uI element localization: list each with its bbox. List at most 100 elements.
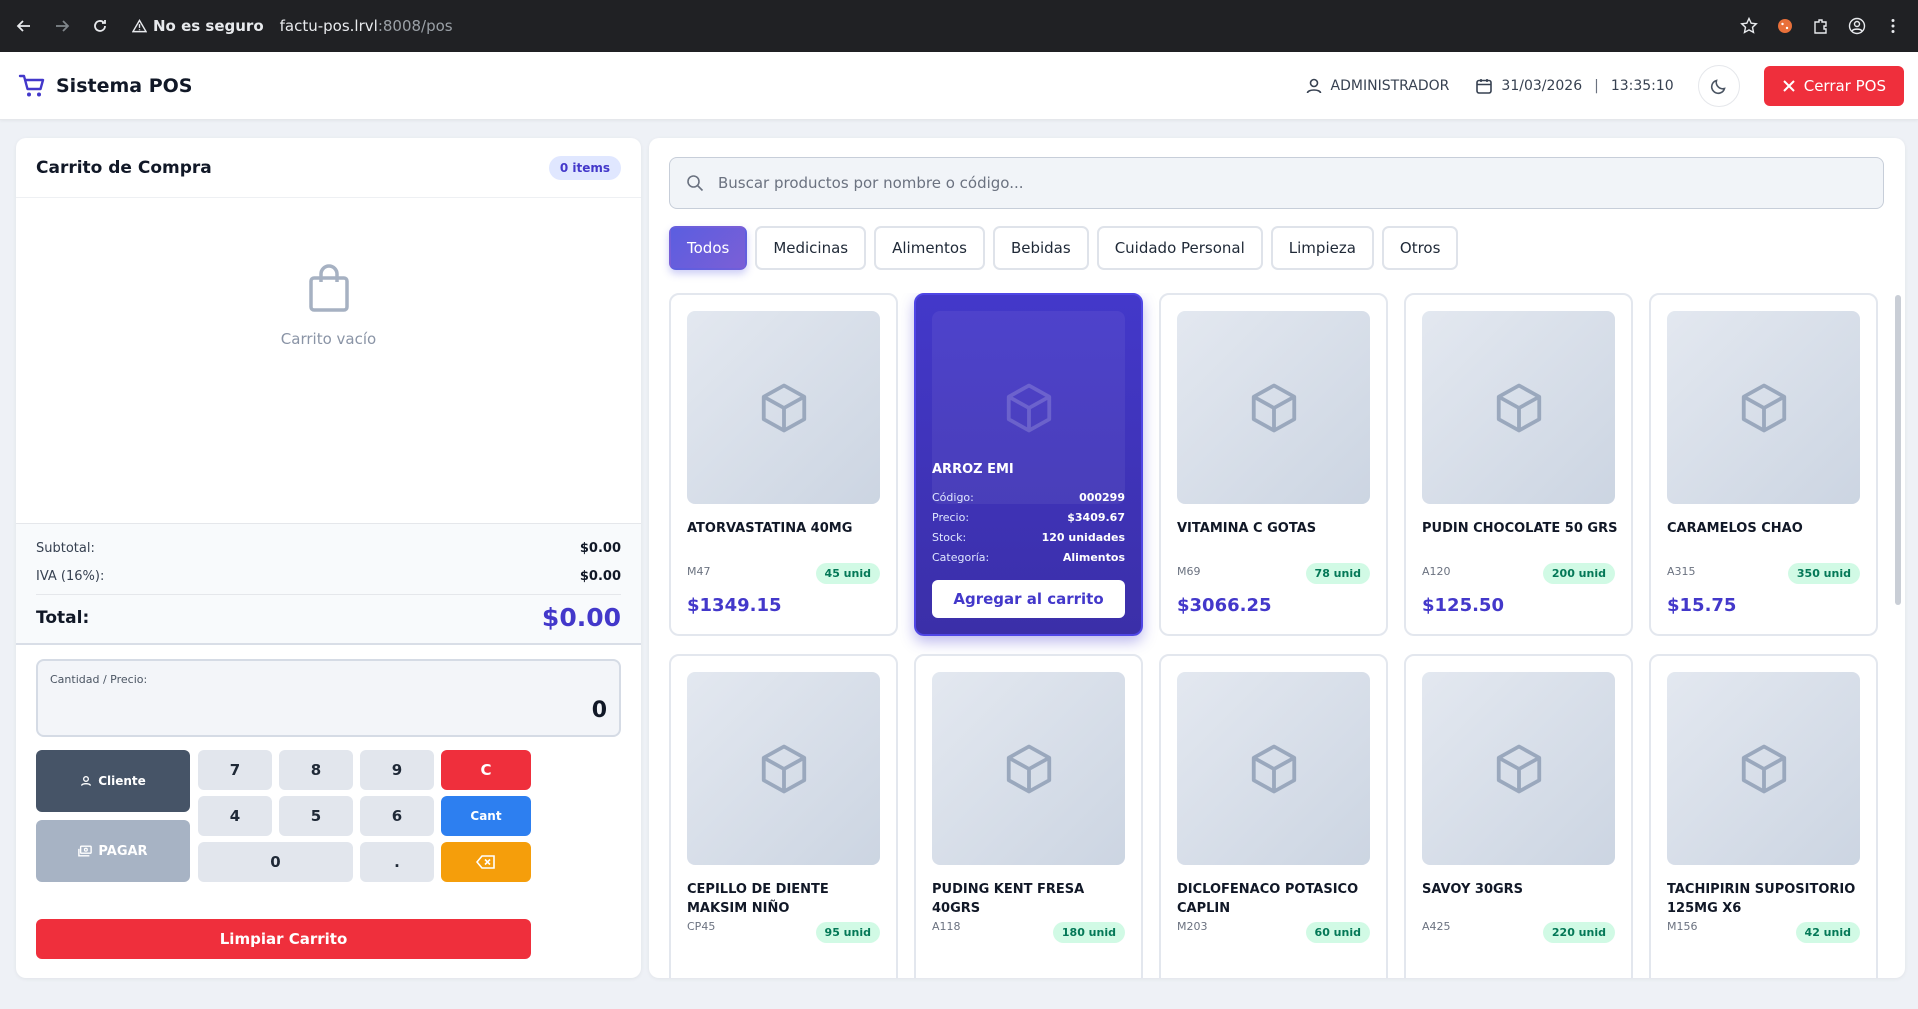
search-bar[interactable] xyxy=(669,157,1884,209)
product-card[interactable]: TACHIPIRIN SUPOSITORIO 125MG X6 M156 42 … xyxy=(1649,654,1878,978)
product-image xyxy=(1422,672,1615,865)
product-image xyxy=(1177,311,1370,504)
product-price: $3409.67 xyxy=(1067,511,1125,524)
product-card[interactable]: DICLOFENACO POTASICO CAPLIN M203 60 unid xyxy=(1159,654,1388,978)
brand: Sistema POS xyxy=(18,72,192,100)
product-price: $1349.15 xyxy=(687,595,782,616)
date-separator: | xyxy=(1594,78,1599,94)
product-code: A120 xyxy=(1422,565,1451,578)
cart-header: Carrito de Compra 0 items xyxy=(16,138,641,198)
box-icon xyxy=(1741,383,1786,432)
subtotal-value: $0.00 xyxy=(579,540,621,556)
forward-icon[interactable] xyxy=(48,12,76,40)
address-bar[interactable]: No es seguro factu-pos.lrvl:8008/pos xyxy=(132,17,453,35)
current-date: 31/03/2026 xyxy=(1501,78,1583,94)
cookie-extension-icon[interactable] xyxy=(1776,17,1794,35)
iva-value: $0.00 xyxy=(579,568,621,584)
box-icon xyxy=(1741,744,1786,793)
product-card[interactable]: ARROZ EMI Código: 000299 Precio: $3409.6… xyxy=(914,293,1143,636)
back-icon[interactable] xyxy=(10,12,38,40)
product-card[interactable]: CEPILLO DE DIENTE MAKSIM NIÑO CP45 95 un… xyxy=(669,654,898,978)
product-name: ARROZ EMI xyxy=(932,462,1014,477)
datetime: 31/03/2026 | 13:35:10 xyxy=(1475,77,1674,95)
product-name: TACHIPIRIN SUPOSITORIO 125MG X6 xyxy=(1667,882,1856,916)
product-card[interactable]: SAVOY 30GRS A425 220 unid xyxy=(1404,654,1633,978)
security-warning[interactable]: No es seguro xyxy=(132,17,264,35)
moon-icon xyxy=(1710,79,1726,95)
category-limpieza[interactable]: Limpieza xyxy=(1270,226,1374,270)
shopping-bag-icon xyxy=(308,264,349,312)
product-code: M203 xyxy=(1177,920,1208,933)
product-grid: ATORVASTATINA 40MG M47 45 unid $1349.15 … xyxy=(669,293,1887,978)
warning-icon xyxy=(132,19,147,33)
iva-label: IVA (16%): xyxy=(36,568,105,584)
key-0[interactable]: 0 xyxy=(198,842,353,882)
category-alimentos[interactable]: Alimentos xyxy=(874,226,985,270)
stock-badge: 200 unid xyxy=(1542,563,1615,584)
backspace-button[interactable] xyxy=(441,842,531,882)
product-card[interactable]: PUDIN CHOCOLATE 50 GRS A120 200 unid $12… xyxy=(1404,293,1633,636)
detail-category-row: Categoría: Alimentos xyxy=(932,551,1125,564)
extensions-icon[interactable] xyxy=(1812,17,1830,35)
stock-badge: 350 unid xyxy=(1787,563,1860,584)
code-label: Código: xyxy=(932,491,974,504)
client-button[interactable]: Cliente xyxy=(36,750,190,812)
key-dot[interactable]: . xyxy=(360,842,434,882)
theme-toggle-button[interactable] xyxy=(1697,65,1740,107)
product-code: A425 xyxy=(1422,920,1451,933)
box-icon xyxy=(761,744,806,793)
category-otros[interactable]: Otros xyxy=(1381,226,1459,270)
category-medicinas[interactable]: Medicinas xyxy=(755,226,867,270)
calendar-icon xyxy=(1476,79,1493,94)
product-category: Alimentos xyxy=(1062,551,1125,564)
product-card[interactable]: ATORVASTATINA 40MG M47 45 unid $1349.15 xyxy=(669,293,898,636)
clear-cart-button[interactable]: Limpiar Carrito xyxy=(36,919,531,959)
product-grid-scrollbar[interactable] xyxy=(1895,295,1901,605)
reload-icon[interactable] xyxy=(86,12,114,40)
price-label: Precio: xyxy=(932,511,970,524)
stock-badge: 45 unid xyxy=(815,563,880,584)
cart-panel: Carrito de Compra 0 items Carrito vacío … xyxy=(16,138,641,978)
quantity-mode-button[interactable]: Cant xyxy=(441,796,531,836)
clear-key-button[interactable]: C xyxy=(441,750,531,790)
box-icon xyxy=(1251,744,1296,793)
product-image xyxy=(1667,311,1860,504)
url-path: :8008/pos xyxy=(377,17,453,35)
key-9[interactable]: 9 xyxy=(360,750,434,790)
total-value: $0.00 xyxy=(541,603,621,632)
product-code: A118 xyxy=(932,920,961,933)
app-header: Sistema POS ADMINISTRADOR 31/03/2026 | 1… xyxy=(0,52,1918,120)
product-card[interactable]: VITAMINA C GOTAS M69 78 unid $3066.25 xyxy=(1159,293,1388,636)
category-cuidado-personal[interactable]: Cuidado Personal xyxy=(1096,226,1263,270)
key-4[interactable]: 4 xyxy=(198,796,272,836)
profile-icon[interactable] xyxy=(1848,17,1866,35)
total-label: Total: xyxy=(36,607,90,628)
key-5[interactable]: 5 xyxy=(279,796,353,836)
category-bebidas[interactable]: Bebidas xyxy=(992,226,1089,270)
product-card[interactable]: CARAMELOS CHAO A315 350 unid $15.75 xyxy=(1649,293,1878,636)
product-image xyxy=(1422,311,1615,504)
key-6[interactable]: 6 xyxy=(360,796,434,836)
close-icon xyxy=(1783,80,1795,92)
stock-badge: 220 unid xyxy=(1542,922,1615,943)
key-8[interactable]: 8 xyxy=(279,750,353,790)
client-label: Cliente xyxy=(98,774,146,788)
search-input[interactable] xyxy=(718,174,1818,192)
product-card[interactable]: PUDING KENT FRESA 40GRS A118 180 unid xyxy=(914,654,1143,978)
pay-button[interactable]: PAGAR xyxy=(36,820,190,882)
product-name: VITAMINA C GOTAS xyxy=(1177,521,1317,536)
key-7[interactable]: 7 xyxy=(198,750,272,790)
category-todos[interactable]: Todos xyxy=(669,226,748,270)
menu-icon[interactable] xyxy=(1884,17,1902,35)
product-code: M156 xyxy=(1667,920,1698,933)
product-name: CEPILLO DE DIENTE MAKSIM NIÑO xyxy=(687,882,829,916)
box-icon xyxy=(1496,744,1541,793)
product-image xyxy=(687,672,880,865)
products-panel: Todos Medicinas Alimentos Bebidas Cuidad… xyxy=(649,138,1905,978)
user-info: ADMINISTRADOR xyxy=(1305,77,1449,95)
add-to-cart-button[interactable]: Agregar al carrito xyxy=(932,580,1125,618)
product-code: M69 xyxy=(1177,565,1201,578)
subtotal-row: Subtotal: $0.00 xyxy=(36,534,621,562)
close-pos-button[interactable]: Cerrar POS xyxy=(1763,66,1904,106)
star-icon[interactable] xyxy=(1740,17,1758,35)
